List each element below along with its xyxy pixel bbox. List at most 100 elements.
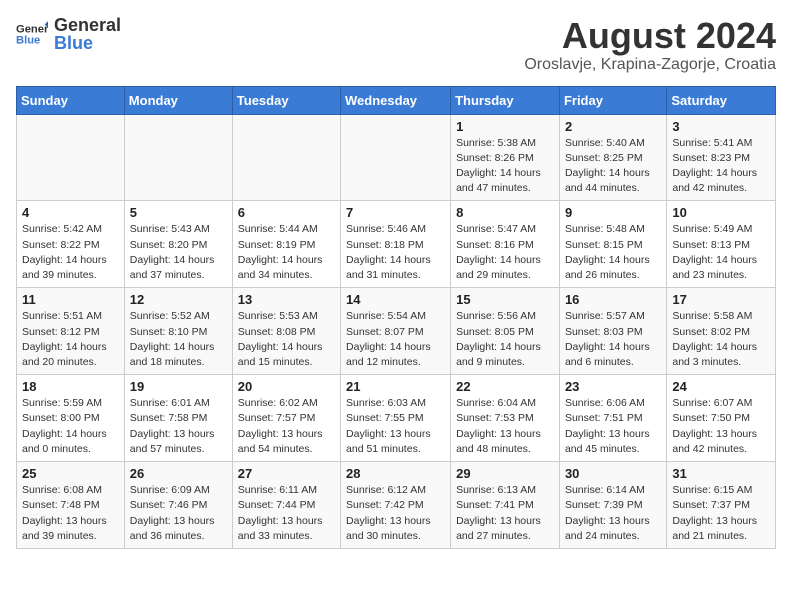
day-number: 30 xyxy=(565,466,661,481)
day-info: Sunrise: 5:56 AM Sunset: 8:05 PM Dayligh… xyxy=(456,309,554,370)
calendar-cell: 26Sunrise: 6:09 AM Sunset: 7:46 PM Dayli… xyxy=(124,462,232,549)
day-info: Sunrise: 5:41 AM Sunset: 8:23 PM Dayligh… xyxy=(672,136,770,197)
calendar-cell: 8 Sunrise: 5:47 AM Sunset: 8:16 PM Daylig… xyxy=(451,201,560,288)
calendar-cell: 4Sunrise: 5:42 AM Sunset: 8:22 PM Daylig… xyxy=(17,201,125,288)
calendar-cell: 12Sunrise: 5:52 AM Sunset: 8:10 PM Dayli… xyxy=(124,288,232,375)
day-info: Sunrise: 6:03 AM Sunset: 7:55 PM Dayligh… xyxy=(346,396,445,457)
day-info: Sunrise: 6:01 AM Sunset: 7:58 PM Dayligh… xyxy=(130,396,227,457)
day-number: 3 xyxy=(672,119,770,134)
day-info: Sunrise: 5:53 AM Sunset: 8:08 PM Dayligh… xyxy=(238,309,335,370)
header-saturday: Saturday xyxy=(667,86,776,114)
logo-icon: General Blue xyxy=(16,18,48,50)
calendar-week-4: 25 Sunrise: 6:08 AM Sunset: 7:48 PM Dayli… xyxy=(17,462,776,549)
calendar-cell: 5 Sunrise: 5:43 AM Sunset: 8:20 PM Daylig… xyxy=(124,201,232,288)
day-info: Sunrise: 6:08 AM Sunset: 7:48 PM Dayligh… xyxy=(22,483,119,544)
day-number: 23 xyxy=(565,379,661,394)
day-info: Sunrise: 5:52 AM Sunset: 8:10 PM Dayligh… xyxy=(130,309,227,370)
calendar-cell: 18 Sunrise: 5:59 AM Sunset: 8:00 PM Dayli… xyxy=(17,375,125,462)
calendar-cell: 24 Sunrise: 6:07 AM Sunset: 7:50 PM Dayli… xyxy=(667,375,776,462)
calendar-header-row: SundayMondayTuesdayWednesdayThursdayFrid… xyxy=(17,86,776,114)
calendar-cell xyxy=(124,114,232,201)
calendar-cell: 28 Sunrise: 6:12 AM Sunset: 7:42 PM Dayli… xyxy=(341,462,451,549)
day-number: 10 xyxy=(672,205,770,220)
svg-text:Blue: Blue xyxy=(16,35,40,47)
day-number: 24 xyxy=(672,379,770,394)
day-info: Sunrise: 5:42 AM Sunset: 8:22 PM Dayligh… xyxy=(22,222,119,283)
day-info: Sunrise: 5:51 AM Sunset: 8:12 PM Dayligh… xyxy=(22,309,119,370)
page-header: General Blue General Blue August 2024 Or… xyxy=(16,16,776,74)
calendar-week-0: 1 Sunrise: 5:38 AM Sunset: 8:26 PM Daylig… xyxy=(17,114,776,201)
title-area: August 2024 Oroslavje, Krapina-Zagorje, … xyxy=(524,16,776,74)
calendar-cell: 6 Sunrise: 5:44 AM Sunset: 8:19 PM Daylig… xyxy=(232,201,340,288)
calendar-cell: 11 Sunrise: 5:51 AM Sunset: 8:12 PM Dayli… xyxy=(17,288,125,375)
logo-blue-text: Blue xyxy=(54,34,121,52)
calendar-cell: 19 Sunrise: 6:01 AM Sunset: 7:58 PM Dayli… xyxy=(124,375,232,462)
day-number: 25 xyxy=(22,466,119,481)
calendar-cell: 22 Sunrise: 6:04 AM Sunset: 7:53 PM Dayli… xyxy=(451,375,560,462)
logo: General Blue General Blue xyxy=(16,16,121,52)
logo-general-text: General xyxy=(54,16,121,34)
calendar-cell: 17Sunrise: 5:58 AM Sunset: 8:02 PM Dayli… xyxy=(667,288,776,375)
calendar-cell: 9 Sunrise: 5:48 AM Sunset: 8:15 PM Daylig… xyxy=(559,201,666,288)
day-number: 21 xyxy=(346,379,445,394)
calendar-cell: 31Sunrise: 6:15 AM Sunset: 7:37 PM Dayli… xyxy=(667,462,776,549)
calendar-cell: 30Sunrise: 6:14 AM Sunset: 7:39 PM Dayli… xyxy=(559,462,666,549)
day-number: 6 xyxy=(238,205,335,220)
calendar-cell xyxy=(17,114,125,201)
day-number: 18 xyxy=(22,379,119,394)
day-number: 1 xyxy=(456,119,554,134)
day-number: 11 xyxy=(22,292,119,307)
calendar-cell: 21 Sunrise: 6:03 AM Sunset: 7:55 PM Dayli… xyxy=(341,375,451,462)
day-number: 29 xyxy=(456,466,554,481)
day-number: 5 xyxy=(130,205,227,220)
day-info: Sunrise: 5:46 AM Sunset: 8:18 PM Dayligh… xyxy=(346,222,445,283)
day-info: Sunrise: 6:07 AM Sunset: 7:50 PM Dayligh… xyxy=(672,396,770,457)
calendar-cell: 7 Sunrise: 5:46 AM Sunset: 8:18 PM Daylig… xyxy=(341,201,451,288)
calendar-cell xyxy=(341,114,451,201)
calendar-cell: 2Sunrise: 5:40 AM Sunset: 8:25 PM Daylig… xyxy=(559,114,666,201)
day-info: Sunrise: 5:44 AM Sunset: 8:19 PM Dayligh… xyxy=(238,222,335,283)
day-info: Sunrise: 6:02 AM Sunset: 7:57 PM Dayligh… xyxy=(238,396,335,457)
calendar-cell: 29Sunrise: 6:13 AM Sunset: 7:41 PM Dayli… xyxy=(451,462,560,549)
day-number: 31 xyxy=(672,466,770,481)
day-number: 28 xyxy=(346,466,445,481)
calendar-cell: 16Sunrise: 5:57 AM Sunset: 8:03 PM Dayli… xyxy=(559,288,666,375)
calendar-cell: 1 Sunrise: 5:38 AM Sunset: 8:26 PM Daylig… xyxy=(451,114,560,201)
day-info: Sunrise: 5:59 AM Sunset: 8:00 PM Dayligh… xyxy=(22,396,119,457)
header-monday: Monday xyxy=(124,86,232,114)
header-thursday: Thursday xyxy=(451,86,560,114)
day-info: Sunrise: 5:38 AM Sunset: 8:26 PM Dayligh… xyxy=(456,136,554,197)
calendar-cell: 3 Sunrise: 5:41 AM Sunset: 8:23 PM Daylig… xyxy=(667,114,776,201)
calendar-table: SundayMondayTuesdayWednesdayThursdayFrid… xyxy=(16,86,776,549)
day-number: 22 xyxy=(456,379,554,394)
day-number: 19 xyxy=(130,379,227,394)
day-number: 7 xyxy=(346,205,445,220)
day-info: Sunrise: 6:12 AM Sunset: 7:42 PM Dayligh… xyxy=(346,483,445,544)
day-info: Sunrise: 5:43 AM Sunset: 8:20 PM Dayligh… xyxy=(130,222,227,283)
day-number: 13 xyxy=(238,292,335,307)
calendar-week-3: 18 Sunrise: 5:59 AM Sunset: 8:00 PM Dayli… xyxy=(17,375,776,462)
calendar-week-2: 11 Sunrise: 5:51 AM Sunset: 8:12 PM Dayli… xyxy=(17,288,776,375)
day-number: 26 xyxy=(130,466,227,481)
day-info: Sunrise: 6:11 AM Sunset: 7:44 PM Dayligh… xyxy=(238,483,335,544)
calendar-cell: 13 Sunrise: 5:53 AM Sunset: 8:08 PM Dayli… xyxy=(232,288,340,375)
calendar-cell xyxy=(232,114,340,201)
day-info: Sunrise: 6:04 AM Sunset: 7:53 PM Dayligh… xyxy=(456,396,554,457)
calendar-cell: 20Sunrise: 6:02 AM Sunset: 7:57 PM Dayli… xyxy=(232,375,340,462)
header-friday: Friday xyxy=(559,86,666,114)
day-number: 27 xyxy=(238,466,335,481)
month-title: August 2024 xyxy=(524,16,776,56)
day-number: 9 xyxy=(565,205,661,220)
location-title: Oroslavje, Krapina-Zagorje, Croatia xyxy=(524,56,776,74)
day-info: Sunrise: 5:40 AM Sunset: 8:25 PM Dayligh… xyxy=(565,136,661,197)
day-number: 8 xyxy=(456,205,554,220)
calendar-cell: 15 Sunrise: 5:56 AM Sunset: 8:05 PM Dayli… xyxy=(451,288,560,375)
day-number: 15 xyxy=(456,292,554,307)
calendar-cell: 23Sunrise: 6:06 AM Sunset: 7:51 PM Dayli… xyxy=(559,375,666,462)
calendar-cell: 25 Sunrise: 6:08 AM Sunset: 7:48 PM Dayli… xyxy=(17,462,125,549)
day-info: Sunrise: 5:47 AM Sunset: 8:16 PM Dayligh… xyxy=(456,222,554,283)
day-info: Sunrise: 5:48 AM Sunset: 8:15 PM Dayligh… xyxy=(565,222,661,283)
header-tuesday: Tuesday xyxy=(232,86,340,114)
calendar-cell: 10Sunrise: 5:49 AM Sunset: 8:13 PM Dayli… xyxy=(667,201,776,288)
calendar-week-1: 4Sunrise: 5:42 AM Sunset: 8:22 PM Daylig… xyxy=(17,201,776,288)
